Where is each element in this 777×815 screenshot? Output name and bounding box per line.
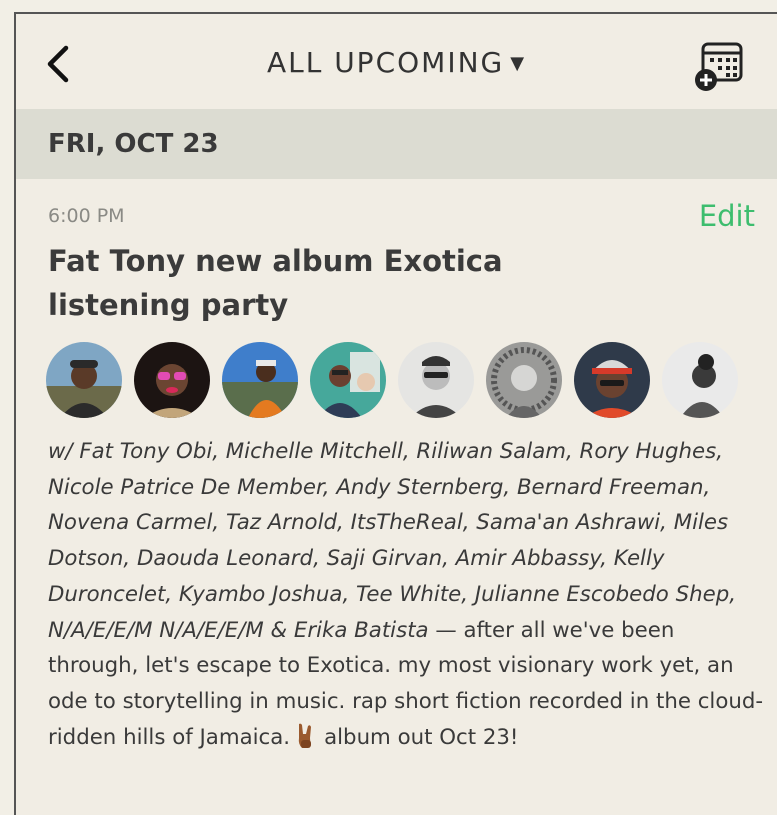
guest-names: w/ Fat Tony Obi, Michelle Mitchell, Rili…: [48, 439, 736, 643]
guest-avatar-8[interactable]: [662, 342, 738, 418]
guest-avatar-1[interactable]: [46, 342, 122, 418]
event-description: w/ Fat Tony Obi, Michelle Mitchell, Rili…: [48, 434, 768, 761]
guest-avatars: [46, 342, 738, 418]
guest-avatar-4[interactable]: [310, 342, 386, 418]
guest-avatar-2[interactable]: [134, 342, 210, 418]
rock-on-hand-icon: [296, 722, 316, 762]
filter-title: ALL UPCOMING: [266, 46, 505, 79]
guest-avatar-6[interactable]: [486, 342, 562, 418]
add-to-calendar-button[interactable]: [693, 40, 747, 94]
filter-dropdown[interactable]: ALL UPCOMING ▼: [16, 46, 777, 79]
calendar-add-icon: [695, 42, 743, 91]
guest-avatar-5[interactable]: [398, 342, 474, 418]
guest-avatar-3[interactable]: [222, 342, 298, 418]
event-title: Fat Tony new album Exotica listening par…: [48, 244, 503, 322]
event-time: 6:00 PM: [48, 205, 125, 227]
guest-avatar-7[interactable]: [574, 342, 650, 418]
top-bar: ALL UPCOMING ▼: [16, 14, 777, 109]
caret-down-icon: ▼: [510, 53, 527, 74]
edit-button[interactable]: Edit: [699, 199, 755, 233]
date-header: FRI, OCT 23: [16, 109, 777, 179]
description-end: album out Oct 23!: [324, 724, 519, 750]
app-frame: ALL UPCOMING ▼ FRI, OCT 23 6:00 PM Edit F…: [14, 12, 777, 815]
date-label: FRI, OCT 23: [48, 129, 219, 159]
